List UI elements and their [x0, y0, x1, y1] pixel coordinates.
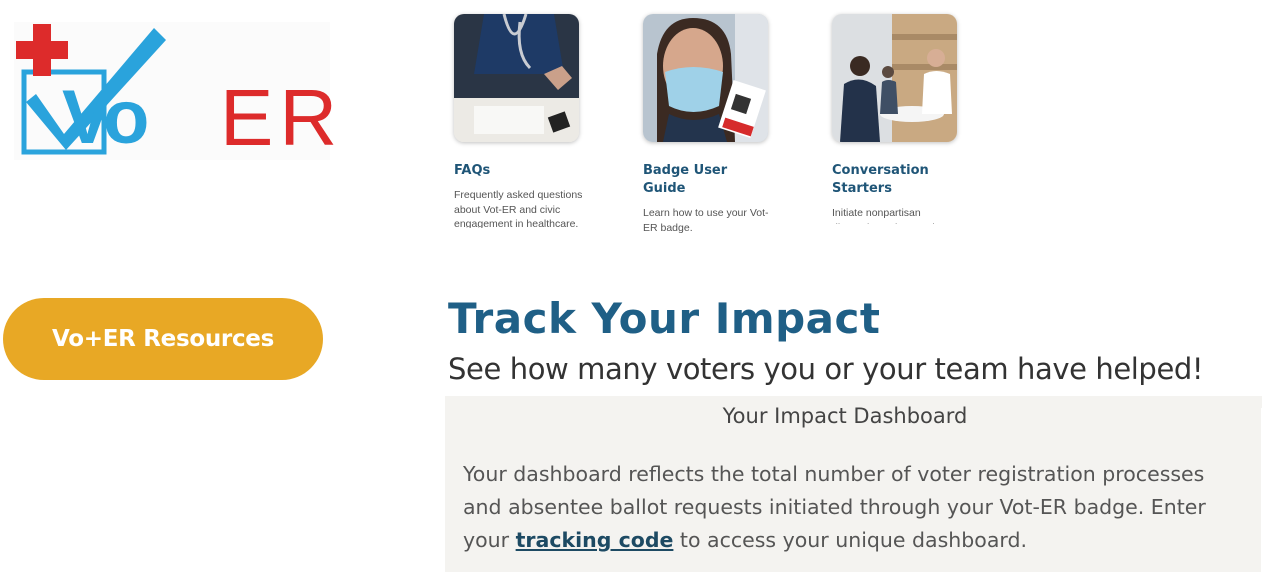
badge-guide-card-description: Learn how to use your Vot-ER badge.	[643, 207, 769, 234]
red-cross-icon	[16, 24, 68, 76]
doctor-photo	[454, 14, 579, 142]
conversation-starters-card-description: Initiate nonpartisan discussions about v…	[832, 207, 946, 224]
track-impact-subtitle: See how many voters you or your team hav…	[448, 352, 1204, 386]
track-impact-heading: Track Your Impact	[448, 294, 881, 343]
faq-card[interactable]: FAQs Frequently asked questions about Vo…	[454, 14, 584, 228]
voter-resources-button[interactable]: Vo+ER Resources	[3, 298, 323, 380]
voter-logo: Vo ER	[14, 22, 337, 162]
badge-guide-card[interactable]: Badge User Guide Learn how to use your V…	[643, 14, 773, 246]
badge-guide-card-title[interactable]: Badge User Guide	[643, 162, 773, 198]
conversation-starters-card-image[interactable]	[832, 14, 957, 142]
dashboard-text-after: to access your unique dashboard.	[673, 528, 1028, 552]
impact-dashboard-panel: Your Impact Dashboard Your dashboard ref…	[445, 396, 1261, 572]
faq-card-description: Frequently asked questions about Vot-ER …	[454, 189, 583, 228]
impact-dashboard-description: Your dashboard reflects the total number…	[463, 458, 1243, 557]
faq-card-image[interactable]	[454, 14, 579, 142]
badge-guide-card-image[interactable]	[643, 14, 768, 142]
logo-text-er: ER	[220, 73, 344, 162]
logo-text-vo: Vo	[62, 75, 150, 160]
conversation-starters-card[interactable]: Conversation Starters Initiate nonpartis…	[832, 14, 962, 224]
conversation-starters-card-title[interactable]: Conversation Starters	[832, 162, 962, 198]
conversation-photo	[832, 14, 957, 142]
impact-dashboard-title: Your Impact Dashboard	[722, 404, 968, 428]
tracking-code-link[interactable]: tracking code	[516, 528, 674, 552]
faq-card-title[interactable]: FAQs	[454, 162, 584, 180]
masked-person-photo	[643, 14, 768, 142]
